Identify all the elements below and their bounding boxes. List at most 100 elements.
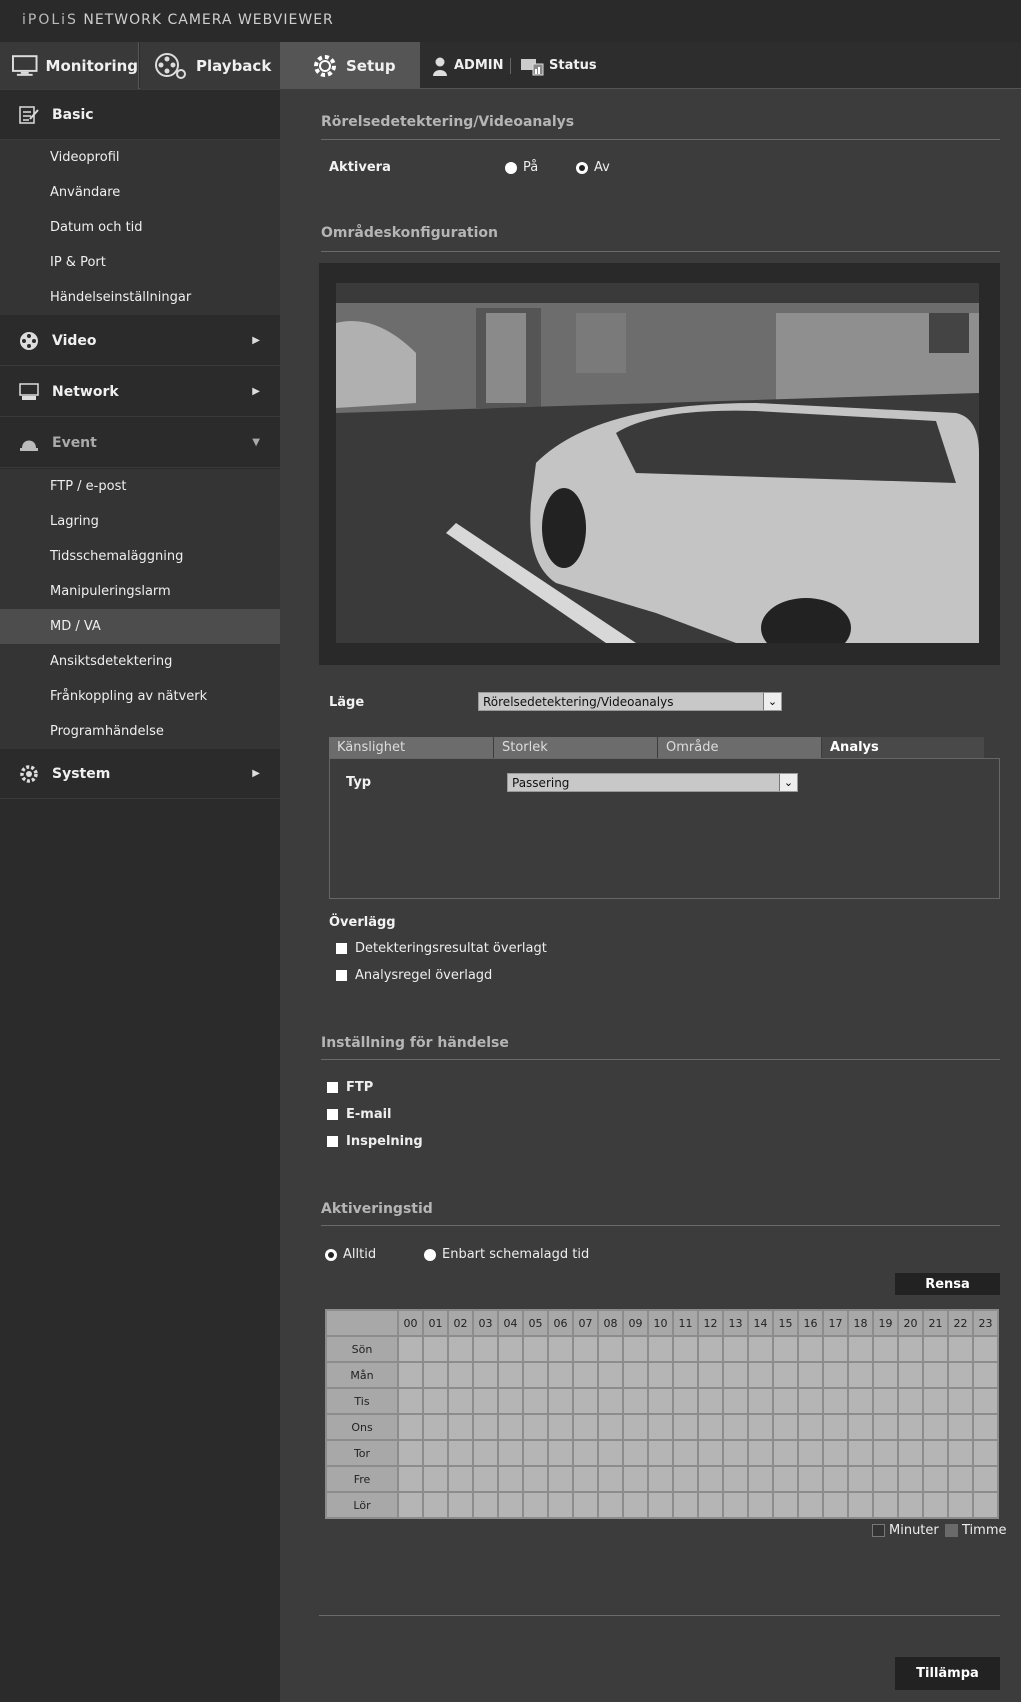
schedule-cell[interactable] xyxy=(974,1493,997,1517)
schedule-cell[interactable] xyxy=(574,1493,597,1517)
schedule-cell[interactable] xyxy=(549,1389,572,1413)
schedule-cell[interactable] xyxy=(424,1337,447,1361)
schedule-cell[interactable] xyxy=(499,1467,522,1491)
schedule-cell[interactable] xyxy=(874,1493,897,1517)
schedule-cell[interactable] xyxy=(774,1467,797,1491)
schedule-cell[interactable] xyxy=(674,1441,697,1465)
schedule-cell[interactable] xyxy=(824,1415,847,1439)
schedule-cell[interactable] xyxy=(624,1467,647,1491)
schedule-cell[interactable] xyxy=(924,1467,947,1491)
admin-link[interactable]: ADMIN xyxy=(432,42,504,89)
schedule-cell[interactable] xyxy=(724,1467,747,1491)
schedule-cell[interactable] xyxy=(399,1337,422,1361)
schedule-cell[interactable] xyxy=(424,1493,447,1517)
schedule-cell[interactable] xyxy=(924,1337,947,1361)
schedule-cell[interactable] xyxy=(624,1441,647,1465)
schedule-cell[interactable] xyxy=(949,1493,972,1517)
sidebar-item-videoprofil[interactable]: Videoprofil xyxy=(0,140,280,175)
sidebar-item-tidsschema[interactable]: Tidsschemaläggning xyxy=(0,539,280,574)
schedule-cell[interactable] xyxy=(474,1389,497,1413)
schedule-cell[interactable] xyxy=(499,1493,522,1517)
schedule-cell[interactable] xyxy=(474,1441,497,1465)
schedule-cell[interactable] xyxy=(924,1441,947,1465)
sidebar-system[interactable]: System ▶ xyxy=(0,749,280,799)
recording-checkbox[interactable]: Inspelning xyxy=(327,1134,423,1149)
schedule-cell[interactable] xyxy=(749,1493,772,1517)
sidebar-item-ansikt[interactable]: Ansiktsdetektering xyxy=(0,644,280,679)
schedule-cell[interactable] xyxy=(474,1467,497,1491)
sidebar-item-md-va[interactable]: MD / VA xyxy=(0,609,280,644)
schedule-cell[interactable] xyxy=(699,1363,722,1387)
schedule-cell[interactable] xyxy=(599,1441,622,1465)
schedule-cell[interactable] xyxy=(574,1441,597,1465)
schedule-cell[interactable] xyxy=(899,1467,922,1491)
schedule-cell[interactable] xyxy=(499,1363,522,1387)
schedule-cell[interactable] xyxy=(849,1363,872,1387)
schedule-cell[interactable] xyxy=(799,1337,822,1361)
schedule-cell[interactable] xyxy=(649,1363,672,1387)
schedule-cell[interactable] xyxy=(649,1467,672,1491)
schedule-cell[interactable] xyxy=(849,1389,872,1413)
schedule-cell[interactable] xyxy=(474,1337,497,1361)
schedule-cell[interactable] xyxy=(449,1467,472,1491)
schedule-cell[interactable] xyxy=(849,1337,872,1361)
schedule-cell[interactable] xyxy=(799,1389,822,1413)
camera-video-preview[interactable] xyxy=(336,283,979,643)
schedule-cell[interactable] xyxy=(974,1337,997,1361)
sidebar-item-frankoppling[interactable]: Frånkoppling av nätverk xyxy=(0,679,280,714)
schedule-cell[interactable] xyxy=(649,1389,672,1413)
schedule-cell[interactable] xyxy=(424,1363,447,1387)
schedule-cell[interactable] xyxy=(574,1415,597,1439)
schedule-cell[interactable] xyxy=(449,1493,472,1517)
radio-always[interactable]: Alltid xyxy=(325,1247,376,1262)
schedule-cell[interactable] xyxy=(624,1337,647,1361)
schedule-cell[interactable] xyxy=(874,1337,897,1361)
schedule-cell[interactable] xyxy=(524,1415,547,1439)
schedule-cell[interactable] xyxy=(599,1363,622,1387)
tab-kanslighet[interactable]: Känslighet xyxy=(329,737,494,758)
schedule-cell[interactable] xyxy=(649,1415,672,1439)
sidebar-network[interactable]: Network ▶ xyxy=(0,367,280,417)
sidebar-item-anvandare[interactable]: Användare xyxy=(0,175,280,210)
schedule-cell[interactable] xyxy=(399,1467,422,1491)
sidebar-item-handelse[interactable]: Händelseinställningar xyxy=(0,280,280,315)
schedule-cell[interactable] xyxy=(899,1363,922,1387)
tab-monitoring[interactable]: Monitoring xyxy=(0,42,139,89)
tab-setup[interactable]: Setup xyxy=(280,42,420,89)
sidebar-basic[interactable]: Basic xyxy=(0,90,280,140)
tab-analys[interactable]: Analys xyxy=(822,737,985,758)
schedule-cell[interactable] xyxy=(749,1389,772,1413)
schedule-cell[interactable] xyxy=(649,1493,672,1517)
schedule-cell[interactable] xyxy=(899,1441,922,1465)
schedule-cell[interactable] xyxy=(924,1363,947,1387)
schedule-cell[interactable] xyxy=(449,1415,472,1439)
schedule-cell[interactable] xyxy=(799,1493,822,1517)
clear-button[interactable]: Rensa xyxy=(895,1273,1000,1295)
schedule-cell[interactable] xyxy=(849,1467,872,1491)
schedule-cell[interactable] xyxy=(874,1441,897,1465)
schedule-cell[interactable] xyxy=(474,1363,497,1387)
schedule-cell[interactable] xyxy=(874,1415,897,1439)
schedule-cell[interactable] xyxy=(524,1441,547,1465)
schedule-cell[interactable] xyxy=(924,1415,947,1439)
schedule-cell[interactable] xyxy=(974,1467,997,1491)
schedule-cell[interactable] xyxy=(424,1467,447,1491)
mode-select[interactable]: Rörelsedetektering/Videoanalys ⌄ xyxy=(478,692,782,711)
sidebar-event[interactable]: Event ▼ xyxy=(0,418,280,468)
schedule-cell[interactable] xyxy=(449,1363,472,1387)
schedule-cell[interactable] xyxy=(399,1363,422,1387)
schedule-cell[interactable] xyxy=(849,1441,872,1465)
schedule-cell[interactable] xyxy=(749,1337,772,1361)
overlay-rule-checkbox[interactable]: Analysregel överlagd xyxy=(336,968,492,983)
schedule-cell[interactable] xyxy=(799,1415,822,1439)
schedule-cell[interactable] xyxy=(824,1337,847,1361)
schedule-cell[interactable] xyxy=(799,1363,822,1387)
schedule-cell[interactable] xyxy=(899,1415,922,1439)
schedule-cell[interactable] xyxy=(924,1493,947,1517)
schedule-cell[interactable] xyxy=(724,1415,747,1439)
sidebar-item-program[interactable]: Programhändelse xyxy=(0,714,280,749)
schedule-cell[interactable] xyxy=(949,1441,972,1465)
schedule-cell[interactable] xyxy=(399,1441,422,1465)
schedule-cell[interactable] xyxy=(899,1389,922,1413)
schedule-cell[interactable] xyxy=(449,1389,472,1413)
